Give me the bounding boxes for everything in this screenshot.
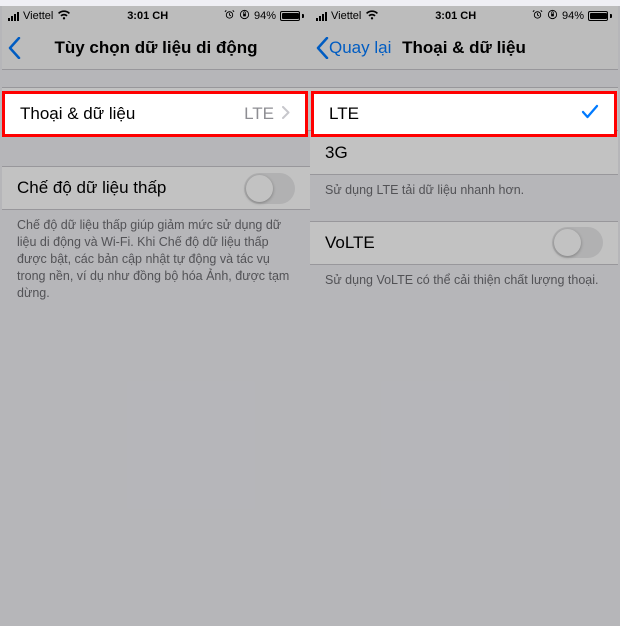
lte-footer: Sử dụng LTE tải dữ liệu nhanh hơn. bbox=[310, 175, 618, 199]
battery-icon bbox=[280, 11, 304, 21]
low-data-mode-label: Chế độ dữ liệu thấp bbox=[17, 178, 244, 198]
volte-toggle[interactable] bbox=[552, 227, 603, 258]
chevron-left-icon bbox=[316, 37, 329, 59]
volte-footer: Sử dụng VoLTE có thể cải thiện chất lượn… bbox=[310, 265, 618, 289]
chevron-right-icon bbox=[282, 104, 290, 124]
carrier-label: Viettel bbox=[23, 10, 53, 22]
back-button[interactable] bbox=[8, 37, 21, 59]
signal-icon bbox=[316, 12, 327, 21]
battery-percent: 94% bbox=[254, 10, 276, 22]
page-title: Tùy chọn dữ liệu di động bbox=[2, 38, 310, 58]
alarm-icon bbox=[224, 9, 235, 23]
status-time: 3:01 CH bbox=[435, 10, 476, 22]
status-bar: Viettel 3:01 CH 94% bbox=[310, 6, 618, 26]
option-3g-row[interactable]: 3G bbox=[310, 131, 618, 175]
volte-label: VoLTE bbox=[325, 233, 552, 253]
orientation-lock-icon bbox=[547, 9, 558, 23]
low-data-mode-footer: Chế độ dữ liệu thấp giúp giảm mức sử dụn… bbox=[2, 210, 310, 301]
status-time: 3:01 CH bbox=[127, 10, 168, 22]
option-3g-label: 3G bbox=[325, 143, 603, 163]
carrier-label: Viettel bbox=[331, 10, 361, 22]
back-label: Quay lại bbox=[329, 38, 391, 58]
orientation-lock-icon bbox=[239, 9, 250, 23]
highlight-voice-data: Thoại & dữ liệu LTE bbox=[2, 91, 308, 137]
volte-row[interactable]: VoLTE bbox=[310, 221, 618, 265]
battery-percent: 94% bbox=[562, 10, 584, 22]
nav-bar: Tùy chọn dữ liệu di động bbox=[2, 26, 310, 70]
chevron-left-icon bbox=[8, 37, 21, 59]
signal-icon bbox=[8, 12, 19, 21]
back-button[interactable]: Quay lại bbox=[316, 37, 391, 59]
status-bar: Viettel 3:01 CH 94% bbox=[2, 6, 310, 26]
wifi-icon bbox=[57, 10, 71, 23]
low-data-mode-row[interactable]: Chế độ dữ liệu thấp bbox=[2, 166, 310, 210]
battery-icon bbox=[588, 11, 612, 21]
nav-bar: Quay lại Thoại & dữ liệu bbox=[310, 26, 618, 70]
wifi-icon bbox=[365, 10, 379, 23]
alarm-icon bbox=[532, 9, 543, 23]
checkmark-icon bbox=[581, 103, 599, 126]
low-data-mode-toggle[interactable] bbox=[244, 173, 295, 204]
highlight-lte-option: LTE bbox=[311, 91, 617, 137]
